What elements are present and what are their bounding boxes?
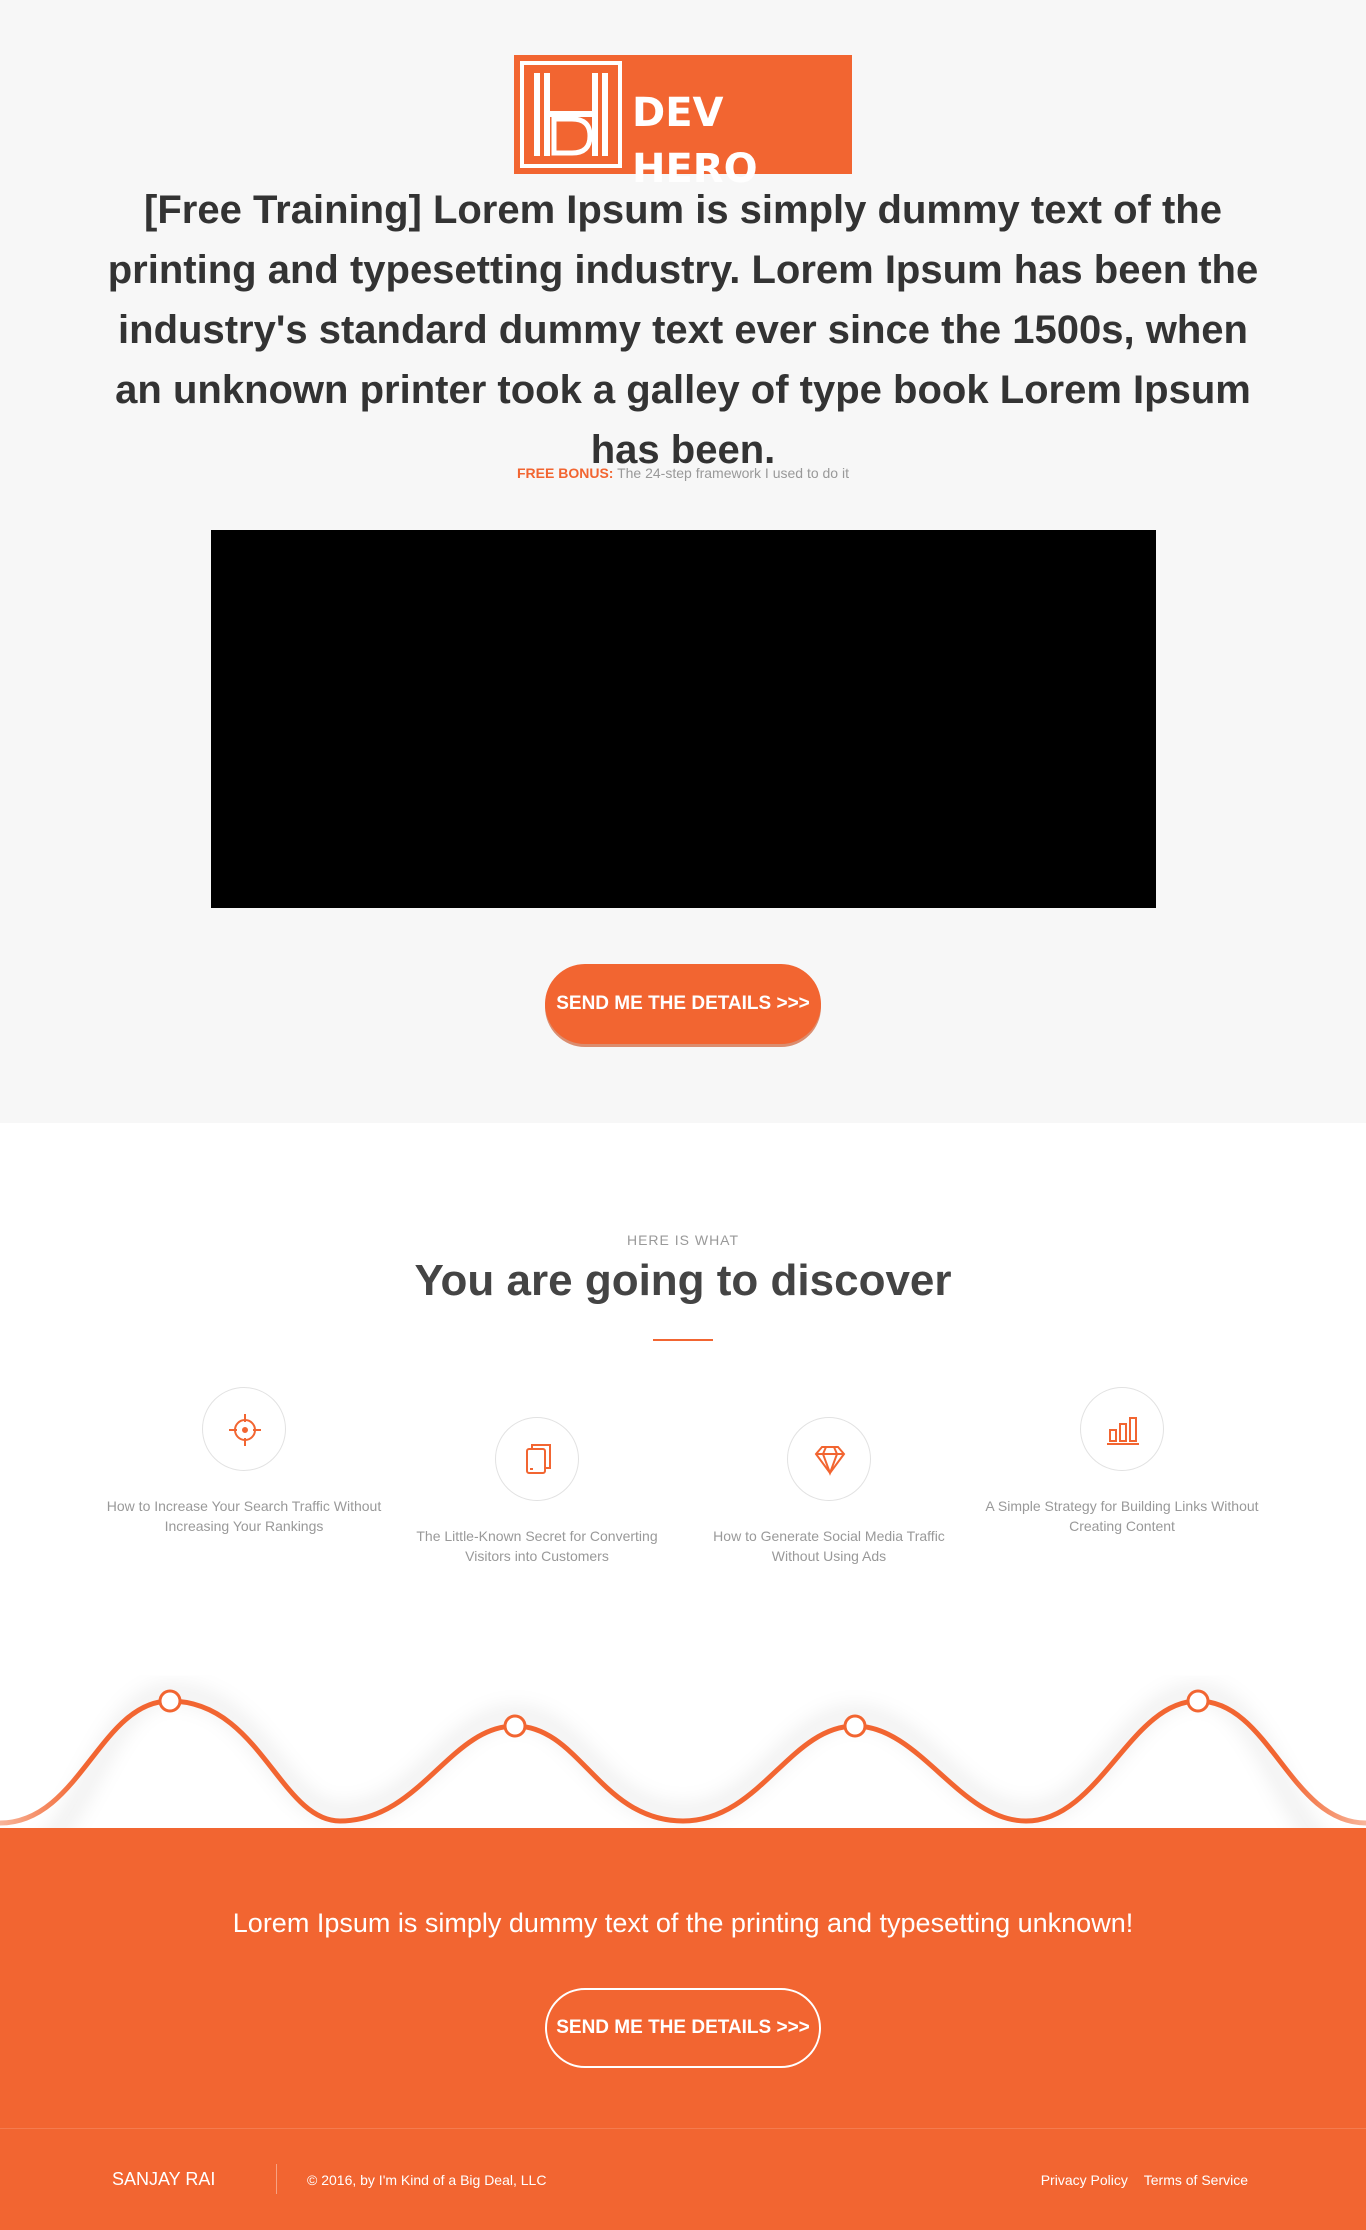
diamond-icon xyxy=(787,1417,871,1501)
crosshair-icon xyxy=(202,1387,286,1471)
terms-of-service-link[interactable]: Terms of Service xyxy=(1144,2172,1248,2188)
cta-band: Lorem Ipsum is simply dummy text of the … xyxy=(0,1828,1366,2128)
section-title: You are going to discover xyxy=(414,1256,952,1305)
footer-copyright: © 2016, by I'm Kind of a Big Deal, LLC xyxy=(307,2172,547,2188)
bar-chart-icon xyxy=(1080,1387,1164,1471)
footer-links: Privacy Policy Terms of Service xyxy=(1029,2172,1248,2188)
timeline-dot xyxy=(843,1714,867,1738)
timeline-dot xyxy=(503,1714,527,1738)
band-text: Lorem Ipsum is simply dummy text of the … xyxy=(232,1908,1134,1938)
timeline-dot xyxy=(1186,1689,1210,1713)
logo[interactable]: DEV HERO xyxy=(514,55,852,192)
wave-line xyxy=(0,1698,1366,1826)
section-eyebrow: HERE IS WHAT xyxy=(626,1232,740,1248)
hero-headline: [Free Training] Lorem Ipsum is simply du… xyxy=(107,188,1259,472)
free-bonus-note: FREE BONUS: The 24-step framework I used… xyxy=(0,465,1366,481)
footer-brand: SANJAY RAI xyxy=(112,2169,216,2189)
title-divider xyxy=(653,1339,713,1341)
free-bonus-text: The 24-step framework I used to do it xyxy=(617,465,849,481)
hero-section: DEV HERO [Free Training] Lorem Ipsum is … xyxy=(0,0,1366,1123)
footer-divider xyxy=(276,2164,277,2194)
timeline-dot xyxy=(158,1689,182,1713)
video-player[interactable] xyxy=(211,530,1156,908)
wave-timeline xyxy=(0,1685,1366,1863)
tablet-icon xyxy=(495,1417,579,1501)
footer: SANJAY RAI © 2016, by I'm Kind of a Big … xyxy=(0,2128,1366,2230)
privacy-policy-link[interactable]: Privacy Policy xyxy=(1041,2172,1128,2188)
send-details-button-secondary[interactable]: SEND ME THE DETAILS >>> xyxy=(545,1988,821,2068)
free-bonus-label: FREE BONUS: xyxy=(517,465,614,481)
discover-section: HERE IS WHAT You are going to discover H… xyxy=(0,1123,1366,1863)
logo-mark-icon xyxy=(520,61,622,168)
send-details-button[interactable]: SEND ME THE DETAILS >>> xyxy=(545,964,821,1044)
